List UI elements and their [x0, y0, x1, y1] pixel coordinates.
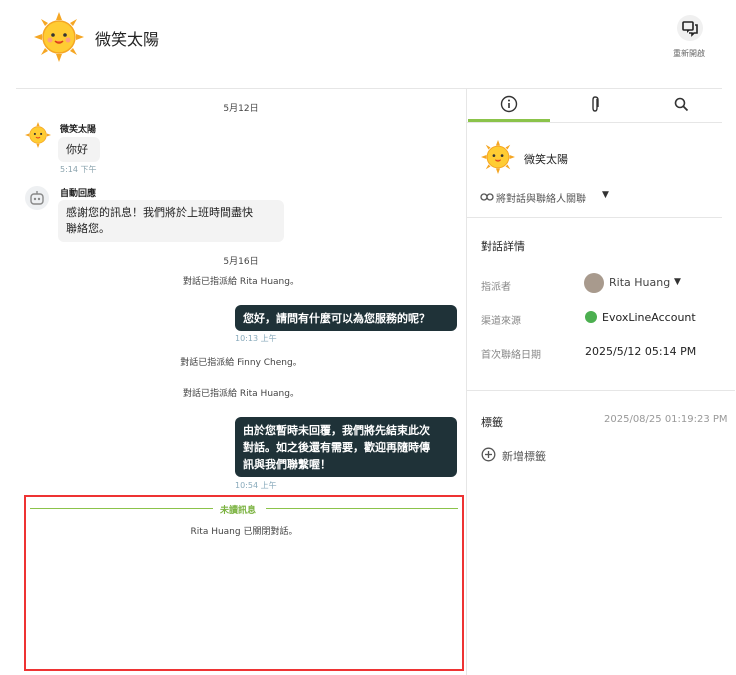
- system-message: 對話已指派給 Rita Huang。: [183, 277, 299, 287]
- tab-search[interactable]: [640, 92, 722, 118]
- message-line: 對話。如之後還有需要，歡迎再隨時傳: [243, 441, 430, 454]
- message-line: 訊與我們聯繫喔！: [243, 458, 331, 471]
- header-divider: [16, 88, 722, 89]
- link-contact-label: 將對話與聯絡人關聯: [496, 194, 586, 205]
- plus-circle-icon: [481, 447, 496, 462]
- line-channel-icon: [585, 311, 597, 323]
- first-contact-label: 首次聯絡日期: [481, 350, 541, 361]
- link-contact-button[interactable]: 將對話與聯絡人關聯 ▼: [480, 190, 620, 206]
- tab-info[interactable]: [468, 92, 550, 118]
- panel-divider: [466, 88, 467, 675]
- sun-avatar-icon: [25, 122, 51, 148]
- system-message: Rita Huang 已關閉對話。: [190, 527, 298, 537]
- info-icon: [500, 95, 518, 113]
- channel-label: 渠道來源: [481, 316, 521, 327]
- chat-bubbles-icon: [682, 21, 698, 37]
- incoming-message: 你好: [58, 137, 100, 162]
- assignee-label: 指派者: [481, 282, 511, 293]
- section-divider: [467, 390, 735, 391]
- assignee-avatar: [584, 273, 604, 293]
- assignee-dropdown[interactable]: Rita Huang ▼: [584, 272, 694, 294]
- channel-value: EvoxLineAccount: [602, 311, 696, 324]
- tab-attachments[interactable]: [550, 92, 640, 118]
- outgoing-message: 由於您暫時未回覆，我們將先結束此次 對話。如之後還有需要，歡迎再隨時傳 訊與我們…: [235, 417, 457, 477]
- page-title: 微笑太陽: [95, 30, 160, 49]
- contact-avatar: [481, 140, 515, 174]
- assignee-value: Rita Huang: [609, 276, 671, 289]
- message-time: 10:13 上午: [235, 334, 277, 343]
- search-icon: [674, 97, 689, 112]
- unread-divider-right: [266, 508, 458, 509]
- contact-name: 微笑太陽: [524, 153, 568, 166]
- date-separator: 5月16日: [223, 257, 259, 267]
- outgoing-message: 您好，請問有什麼可以為您服務的呢？: [235, 305, 457, 331]
- tags-title: 標籤: [481, 416, 503, 429]
- sender-name: 微笑太陽: [60, 125, 97, 135]
- bot-avatar: [25, 186, 49, 210]
- message-line: 由於您暫時未回覆，我們將先結束此次: [243, 424, 430, 437]
- message-time: 10:54 上午: [235, 481, 277, 490]
- details-title: 對話詳情: [481, 240, 525, 253]
- caret-down-icon: ▼: [602, 190, 609, 200]
- system-message: 對話已指派給 Finny Cheng。: [180, 358, 302, 368]
- caret-down-icon: ▼: [674, 277, 681, 287]
- message-line: 感謝您的訊息！我們將於上班時間盡快: [66, 206, 253, 219]
- unread-divider-left: [30, 508, 213, 509]
- system-message: 對話已指派給 Rita Huang。: [183, 389, 299, 399]
- link-icon: [480, 193, 494, 201]
- unread-section: [24, 495, 464, 671]
- user-avatar: [25, 122, 51, 148]
- date-separator: 5月12日: [223, 104, 259, 114]
- sun-avatar-icon: [481, 140, 515, 174]
- sender-name: 自動回應: [60, 189, 97, 199]
- incoming-message: 感謝您的訊息！我們將於上班時間盡快 聯絡您。: [58, 200, 284, 242]
- tags-timestamp: 2025/08/25 01:19:23 PM: [604, 414, 728, 425]
- message-time: 5:14 下午: [60, 165, 97, 174]
- tabs-divider: [467, 122, 722, 123]
- robot-icon: [30, 191, 44, 205]
- paperclip-icon: [592, 96, 599, 112]
- reopen-chat-label: 重新開啟: [673, 49, 705, 58]
- unread-label: 未讀訊息: [220, 506, 257, 516]
- first-contact-value: 2025/5/12 05:14 PM: [585, 345, 697, 358]
- message-line: 聯絡您。: [66, 222, 110, 235]
- reopen-chat-button[interactable]: [677, 15, 703, 41]
- section-divider: [467, 217, 722, 218]
- header-avatar: [34, 12, 84, 62]
- add-tag-button[interactable]: 新增標籤: [481, 446, 561, 464]
- add-tag-label: 新增標籤: [502, 450, 546, 463]
- sun-avatar-icon: [34, 12, 84, 62]
